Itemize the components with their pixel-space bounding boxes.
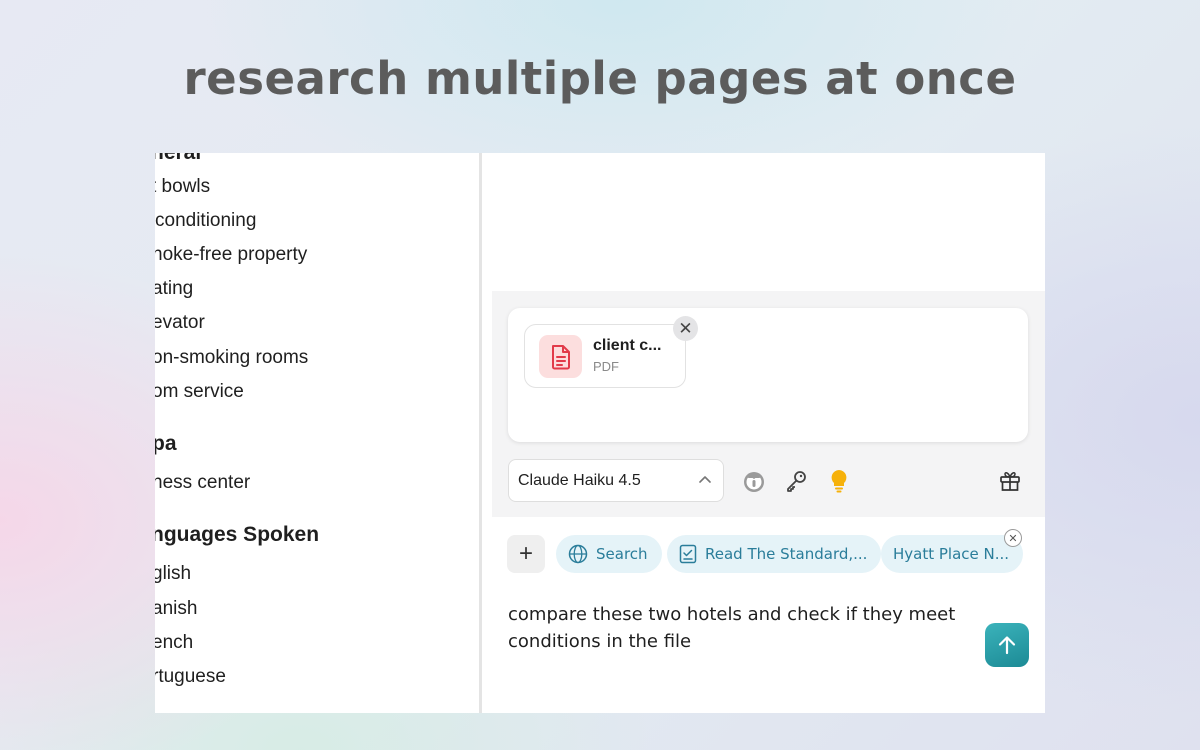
globe-icon	[568, 544, 588, 564]
amenities-heading-languages: nguages Spoken	[155, 523, 320, 546]
amenity-item: ench	[155, 632, 194, 653]
amenities-panel: neral t bowls conditioning noke-free pro…	[155, 153, 480, 713]
chat-composer: client c... PDF ✕ Claude Haiku 4.5 + Sea…	[492, 291, 1045, 713]
assistant-panel: client c... PDF ✕ Claude Haiku 4.5 + Sea…	[482, 153, 1045, 713]
prompt-input[interactable]: compare these two hotels and check if th…	[508, 601, 968, 655]
context-chip-hotel-page[interactable]: Hyatt Place N...	[881, 535, 1024, 573]
amenity-item: anish	[155, 598, 198, 619]
attachment-type: PDF	[593, 359, 619, 374]
amenities-heading-spa: pa	[155, 432, 177, 455]
arrow-up-icon	[998, 636, 1016, 655]
amenity-item: evator	[155, 312, 205, 333]
amenities-heading-general: neral	[155, 153, 201, 165]
incognito-icon[interactable]	[740, 467, 768, 495]
composer-input-area: + Search Read The Standard,... Hyatt Pla…	[492, 517, 1045, 713]
amenity-item: om service	[155, 381, 244, 402]
amenity-item: ness center	[155, 472, 251, 493]
amenity-item: conditioning	[155, 210, 257, 231]
amenity-item: ating	[155, 278, 194, 299]
remove-attachment-button[interactable]: ✕	[673, 316, 698, 341]
amenity-item: noke-free property	[155, 244, 308, 265]
page-headline: research multiple pages at once	[183, 52, 1017, 105]
app-screenshot: neral t bowls conditioning noke-free pro…	[155, 153, 1045, 713]
document-icon	[539, 335, 582, 378]
context-chip-page[interactable]: Read The Standard,...	[667, 535, 882, 573]
amenity-item: t bowls	[155, 176, 211, 197]
remove-chip-button[interactable]: ✕	[1004, 529, 1022, 547]
amenity-item: on-smoking rooms	[155, 347, 309, 368]
checklist-icon	[679, 544, 697, 564]
attachment-card[interactable]: client c... PDF ✕	[524, 316, 698, 388]
key-icon[interactable]	[782, 467, 810, 495]
amenity-item: glish	[155, 563, 192, 584]
add-context-button[interactable]: +	[507, 535, 545, 573]
chevron-up-icon	[699, 471, 711, 486]
chip-label: Read The Standard,...	[705, 545, 868, 563]
attachment-name: client c...	[593, 337, 662, 354]
chip-label: Hyatt Place N...	[893, 545, 1010, 563]
gift-icon[interactable]	[996, 467, 1024, 495]
attachments-area: client c... PDF ✕	[508, 308, 1028, 442]
model-select-label: Claude Haiku 4.5	[518, 472, 641, 489]
lightbulb-icon[interactable]	[825, 467, 853, 495]
model-select[interactable]: Claude Haiku 4.5	[508, 459, 724, 502]
chip-label: Search	[596, 545, 648, 563]
send-button[interactable]	[985, 623, 1029, 667]
amenity-item: rtuguese	[155, 666, 226, 687]
context-chip-search[interactable]: Search	[556, 535, 662, 573]
